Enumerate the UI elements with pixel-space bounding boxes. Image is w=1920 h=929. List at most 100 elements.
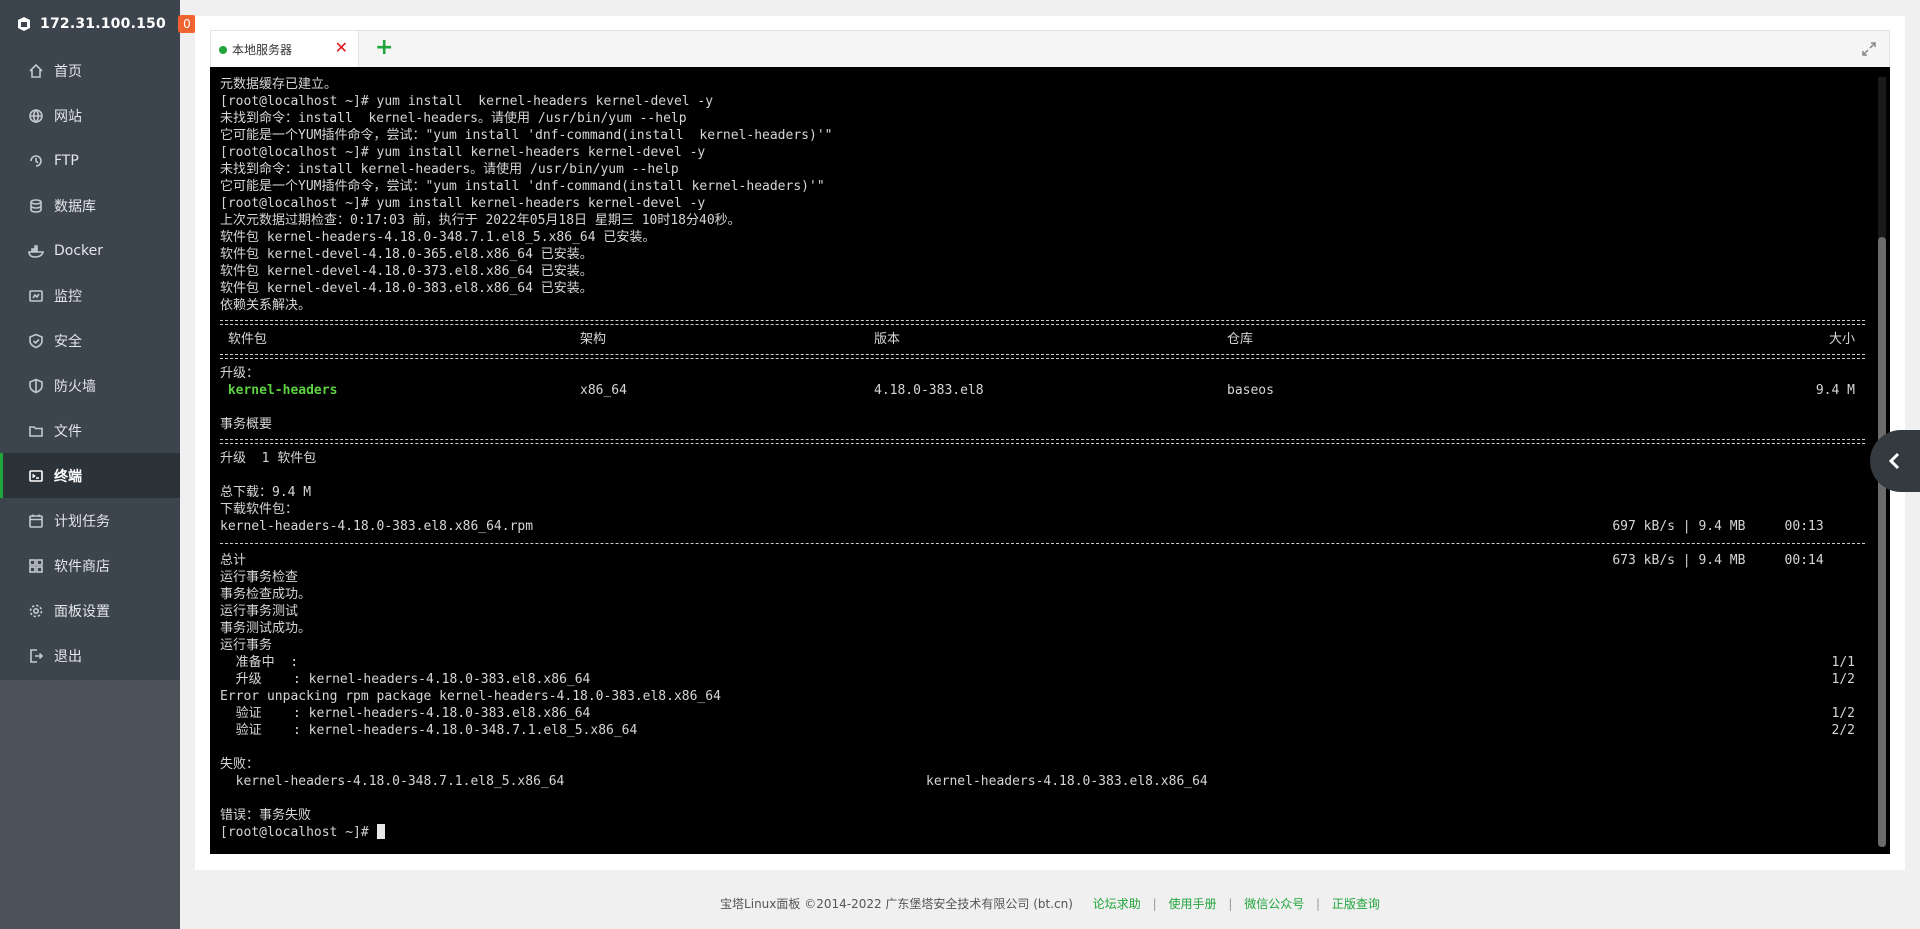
terminal-screen[interactable]: 元数据缓存已建立。 [root@localhost ~]# yum install…	[210, 67, 1890, 854]
terminal-text: kernel-headers-4.18.0-383.el8.x86_64.rpm	[220, 519, 534, 534]
monitor-icon	[28, 288, 44, 304]
terminal-line: [root@localhost ~]# yum install kernel-h…	[220, 93, 1865, 110]
scrollbar-thumb[interactable]	[1878, 237, 1886, 847]
bt-logo-icon	[16, 16, 32, 32]
terminal-icon	[28, 468, 44, 484]
terminal-line: 未找到命令：install kernel-headers。请使用 /usr/bi…	[220, 161, 1865, 178]
terminal-text: 软件包 kernel-headers-4.18.0-348.7.1.el8_5.…	[220, 230, 656, 245]
terminal-right-text: 2/2	[1831, 723, 1855, 738]
terminal-text: 依赖关系解决。	[220, 298, 312, 313]
terminal-text: [root@localhost ~]# yum install kernel-h…	[220, 94, 714, 109]
terminal-line: 总计 673 kB/s | 9.4 MB 00:14	[220, 552, 1865, 569]
sidebar-bottom-area	[0, 680, 180, 929]
sidebar-item-3[interactable]: 数据库	[0, 183, 180, 228]
terminal-panel: 本地服务器 ✕ + 元数据缓存已建立。 [root@localhost ~]# y…	[195, 16, 1905, 870]
sidebar-header: 172.31.100.150 0	[0, 0, 196, 48]
terminal-text: 软件包 kernel-devel-4.18.0-365.el8.x86_64 已…	[220, 247, 593, 262]
terminal-text: 总计	[220, 553, 247, 568]
sidebar-item-label: 终端	[54, 468, 82, 485]
sidebar-item-label: 面板设置	[54, 603, 110, 620]
terminal-line: 未找到命令：install kernel-headers。请使用 /usr/bi…	[220, 110, 1865, 127]
fullscreen-icon[interactable]	[1861, 41, 1877, 57]
terminal-right-text: 697 kB/s | 9.4 MB 00:13	[1612, 519, 1855, 534]
terminal-text: 事务概要	[220, 417, 273, 432]
footer-link-wechat[interactable]: 微信公众号	[1244, 897, 1304, 911]
sidebar-item-5[interactable]: 监控	[0, 273, 180, 318]
sidebar-item-label: 退出	[54, 648, 82, 665]
footer-link-manual[interactable]: 使用手册	[1168, 897, 1216, 911]
terminal-line: 软件包 kernel-devel-4.18.0-383.el8.x86_64 已…	[220, 280, 1865, 297]
sidebar-item-11[interactable]: 软件商店	[0, 543, 180, 588]
close-tab-icon[interactable]: ✕	[335, 40, 348, 56]
terminal-text: 它可能是一个YUM插件命令，尝试："yum install 'dnf-comma…	[220, 179, 825, 194]
sidebar-item-4[interactable]: Docker	[0, 228, 180, 273]
terminal-text: 事务测试成功。	[220, 621, 312, 636]
sidebar-item-13[interactable]: 退出	[0, 633, 180, 678]
terminal-line: 事务概要	[220, 416, 1865, 433]
sidebar-item-12[interactable]: 面板设置	[0, 588, 180, 633]
sidebar-item-0[interactable]: 首页	[0, 48, 180, 93]
sidebar-item-label: 文件	[54, 423, 82, 440]
globe-icon	[28, 108, 44, 124]
tab-label: 本地服务器	[232, 43, 293, 57]
terminal-cell: kernel-headers	[220, 383, 338, 398]
grid-icon	[28, 558, 44, 574]
sidebar: 172.31.100.150 0 首页 网站 FTP 数据库 Docker 监控安全防火墙…	[0, 0, 196, 929]
footer-separator: |	[1228, 897, 1233, 911]
sidebar-item-9[interactable]: 终端	[0, 453, 180, 498]
terminal-line: 升级 1 软件包	[220, 450, 1865, 467]
terminal-line: 验证 : kernel-headers-4.18.0-383.el8.x86_6…	[220, 705, 1865, 722]
shield-icon	[28, 333, 44, 349]
sidebar-item-label: 计划任务	[54, 513, 110, 530]
firewall-icon	[28, 378, 44, 394]
terminal-line: 事务测试成功。	[220, 620, 1865, 637]
home-icon	[28, 63, 44, 79]
terminal-line: Error unpacking rpm package kernel-heade…	[220, 688, 1865, 705]
server-ip: 172.31.100.150	[40, 16, 166, 32]
docker-icon	[28, 243, 44, 259]
add-tab-icon[interactable]: +	[375, 37, 393, 59]
terminal-output: 元数据缓存已建立。 [root@localhost ~]# yum install…	[220, 76, 1865, 841]
notification-badge[interactable]: 0	[177, 15, 196, 33]
terminal-cell: x86_64	[580, 383, 627, 398]
sidebar-item-2[interactable]: FTP	[0, 138, 180, 183]
footer-link-license[interactable]: 正版查询	[1332, 897, 1380, 911]
terminal-line: 验证 : kernel-headers-4.18.0-348.7.1.el8_5…	[220, 722, 1865, 739]
terminal-line: 升级 : kernel-headers-4.18.0-383.el8.x86_6…	[220, 671, 1865, 688]
sidebar-item-7[interactable]: 防火墙	[0, 363, 180, 408]
terminal-line: 依赖关系解决。	[220, 297, 1865, 314]
terminal-line: 软件包 kernel-devel-4.18.0-373.el8.x86_64 已…	[220, 263, 1865, 280]
terminal-right-text: 大小	[1828, 332, 1855, 347]
sidebar-item-10[interactable]: 计划任务	[0, 498, 180, 543]
terminal-text: 它可能是一个YUM插件命令，尝试："yum install 'dnf-comma…	[220, 128, 833, 143]
terminal-right-text: 1/1	[1831, 655, 1855, 670]
sidebar-item-label: 监控	[54, 288, 82, 305]
terminal-cell: kernel-headers-4.18.0-383.el8.x86_64	[926, 774, 1208, 789]
terminal-text: 升级 1 软件包	[220, 451, 317, 466]
database-icon	[28, 198, 44, 214]
sidebar-item-6[interactable]: 安全	[0, 318, 180, 363]
terminal-text: 运行事务	[220, 638, 273, 653]
terminal-rule	[220, 535, 1865, 552]
terminal-right-text: 1/2	[1831, 706, 1855, 721]
sidebar-item-8[interactable]: 文件	[0, 408, 180, 453]
terminal-cell: 仓库	[1227, 332, 1254, 347]
terminal-line: 错误：事务失败	[220, 807, 1865, 824]
footer-link-forum[interactable]: 论坛求助	[1093, 897, 1141, 911]
sidebar-item-label: 安全	[54, 333, 82, 350]
terminal-cursor	[376, 824, 385, 839]
sidebar-item-1[interactable]: 网站	[0, 93, 180, 138]
terminal-cell: 版本	[874, 332, 901, 347]
terminal-line: 下载软件包：	[220, 501, 1865, 518]
terminal-line: 软件包 kernel-devel-4.18.0-365.el8.x86_64 已…	[220, 246, 1865, 263]
terminal-line: 它可能是一个YUM插件命令，尝试："yum install 'dnf-comma…	[220, 178, 1865, 195]
terminal-text: 软件包 kernel-devel-4.18.0-373.el8.x86_64 已…	[220, 264, 593, 279]
sidebar-nav: 首页 网站 FTP 数据库 Docker 监控安全防火墙文件终端计划任务软件商店面板设置退…	[0, 48, 180, 678]
terminal-rule	[220, 433, 1865, 450]
tab-local-server[interactable]: 本地服务器 ✕	[211, 31, 359, 68]
sidebar-item-label: 软件商店	[54, 558, 110, 575]
terminal-text: 错误：事务失败	[220, 808, 312, 823]
terminal-line: 事务检查成功。	[220, 586, 1865, 603]
